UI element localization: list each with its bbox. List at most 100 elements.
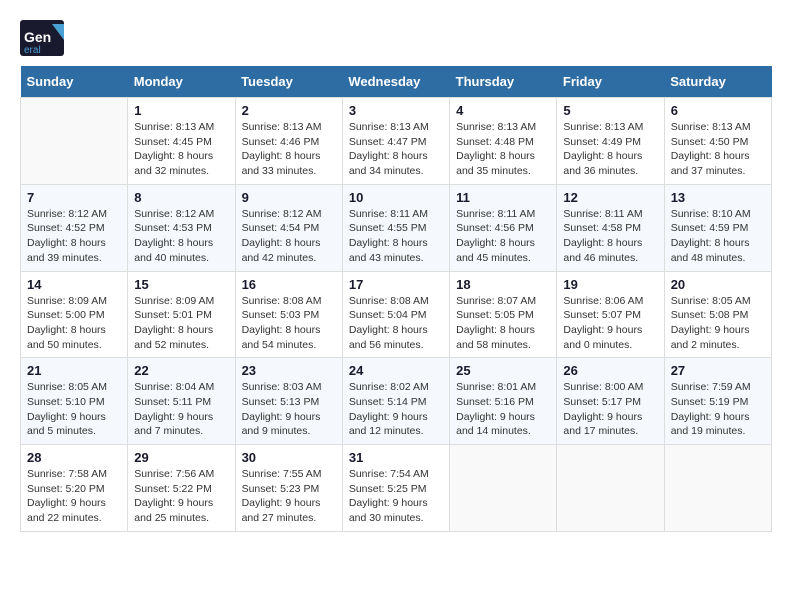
day-number: 8 [134,190,228,205]
weekday-header-sunday: Sunday [21,66,128,98]
table-cell: 30 Sunrise: 7:55 AM Sunset: 5:23 PM Dayli… [235,445,342,532]
cell-info: Sunrise: 8:13 AM Sunset: 4:50 PM Dayligh… [671,120,765,179]
table-cell: 25 Sunrise: 8:01 AM Sunset: 5:16 PM Dayli… [450,358,557,445]
week-row-5: 28 Sunrise: 7:58 AM Sunset: 5:20 PM Dayli… [21,445,772,532]
cell-info: Sunrise: 8:05 AM Sunset: 5:10 PM Dayligh… [27,380,121,439]
day-number: 27 [671,363,765,378]
table-cell: 8 Sunrise: 8:12 AM Sunset: 4:53 PM Daylig… [128,184,235,271]
day-number: 25 [456,363,550,378]
cell-info: Sunrise: 8:05 AM Sunset: 5:08 PM Dayligh… [671,294,765,353]
day-number: 7 [27,190,121,205]
day-number: 12 [563,190,657,205]
svg-text:eral: eral [24,45,41,56]
day-number: 6 [671,103,765,118]
table-cell: 14Sunrise: 8:09 AM Sunset: 5:00 PM Dayli… [21,271,128,358]
day-number: 22 [134,363,228,378]
table-cell: 28 Sunrise: 7:58 AM Sunset: 5:20 PM Dayli… [21,445,128,532]
table-cell: 22 Sunrise: 8:04 AM Sunset: 5:11 PM Dayli… [128,358,235,445]
table-cell: 9Sunrise: 8:12 AM Sunset: 4:54 PM Daylig… [235,184,342,271]
table-cell: 7 Sunrise: 8:12 AM Sunset: 4:52 PM Daylig… [21,184,128,271]
cell-info: Sunrise: 8:08 AM Sunset: 5:04 PM Dayligh… [349,294,443,353]
cell-info: Sunrise: 8:12 AM Sunset: 4:52 PM Dayligh… [27,207,121,266]
table-cell: 23 Sunrise: 8:03 AM Sunset: 5:13 PM Dayli… [235,358,342,445]
day-number: 16 [242,277,336,292]
cell-info: Sunrise: 8:13 AM Sunset: 4:49 PM Dayligh… [563,120,657,179]
table-cell: 15Sunrise: 8:09 AM Sunset: 5:01 PM Dayli… [128,271,235,358]
day-number: 23 [242,363,336,378]
cell-info: Sunrise: 7:58 AM Sunset: 5:20 PM Dayligh… [27,467,121,526]
cell-info: Sunrise: 8:01 AM Sunset: 5:16 PM Dayligh… [456,380,550,439]
day-number: 13 [671,190,765,205]
svg-text:Gen: Gen [24,29,51,45]
weekday-header-wednesday: Wednesday [342,66,449,98]
day-number: 19 [563,277,657,292]
table-cell: 6 Sunrise: 8:13 AM Sunset: 4:50 PM Daylig… [664,98,771,185]
day-number: 31 [349,450,443,465]
table-cell [557,445,664,532]
cell-info: Sunrise: 7:55 AM Sunset: 5:23 PM Dayligh… [242,467,336,526]
table-cell: 4Sunrise: 8:13 AM Sunset: 4:48 PM Daylig… [450,98,557,185]
cell-info: Sunrise: 8:13 AM Sunset: 4:46 PM Dayligh… [242,120,336,179]
table-cell: 5 Sunrise: 8:13 AM Sunset: 4:49 PM Daylig… [557,98,664,185]
table-cell: 16 Sunrise: 8:08 AM Sunset: 5:03 PM Dayli… [235,271,342,358]
weekday-header-row: SundayMondayTuesdayWednesdayThursdayFrid… [21,66,772,98]
table-cell: 19 Sunrise: 8:06 AM Sunset: 5:07 PM Dayli… [557,271,664,358]
day-number: 20 [671,277,765,292]
table-cell [21,98,128,185]
calendar-table: SundayMondayTuesdayWednesdayThursdayFrid… [20,66,772,532]
logo-icon: Gen eral [20,20,64,56]
table-cell: 2 Sunrise: 8:13 AM Sunset: 4:46 PM Daylig… [235,98,342,185]
day-number: 10 [349,190,443,205]
table-cell: 18 Sunrise: 8:07 AM Sunset: 5:05 PM Dayli… [450,271,557,358]
day-number: 26 [563,363,657,378]
table-cell: 20 Sunrise: 8:05 AM Sunset: 5:08 PM Dayli… [664,271,771,358]
cell-info: Sunrise: 8:07 AM Sunset: 5:05 PM Dayligh… [456,294,550,353]
cell-info: Sunrise: 8:03 AM Sunset: 5:13 PM Dayligh… [242,380,336,439]
day-number: 29 [134,450,228,465]
table-cell: 12 Sunrise: 8:11 AM Sunset: 4:58 PM Dayli… [557,184,664,271]
cell-info: Sunrise: 8:06 AM Sunset: 5:07 PM Dayligh… [563,294,657,353]
day-number: 24 [349,363,443,378]
day-number: 2 [242,103,336,118]
logo: Gen eral [20,20,68,56]
table-cell: 24 Sunrise: 8:02 AM Sunset: 5:14 PM Dayli… [342,358,449,445]
table-cell: 13 Sunrise: 8:10 AM Sunset: 4:59 PM Dayli… [664,184,771,271]
day-number: 18 [456,277,550,292]
table-cell: 29 Sunrise: 7:56 AM Sunset: 5:22 PM Dayli… [128,445,235,532]
cell-info: Sunrise: 8:12 AM Sunset: 4:54 PM Dayligh… [242,207,336,266]
day-number: 3 [349,103,443,118]
table-cell: 17 Sunrise: 8:08 AM Sunset: 5:04 PM Dayli… [342,271,449,358]
table-cell: 3 Sunrise: 8:13 AM Sunset: 4:47 PM Daylig… [342,98,449,185]
day-number: 17 [349,277,443,292]
weekday-header-thursday: Thursday [450,66,557,98]
day-number: 11 [456,190,550,205]
day-number: 30 [242,450,336,465]
table-cell: 31Sunrise: 7:54 AM Sunset: 5:25 PM Dayli… [342,445,449,532]
cell-info: Sunrise: 7:56 AM Sunset: 5:22 PM Dayligh… [134,467,228,526]
weekday-header-tuesday: Tuesday [235,66,342,98]
cell-info: Sunrise: 8:12 AM Sunset: 4:53 PM Dayligh… [134,207,228,266]
day-number: 5 [563,103,657,118]
table-cell: 10 Sunrise: 8:11 AM Sunset: 4:55 PM Dayli… [342,184,449,271]
page-header: Gen eral [20,20,772,56]
week-row-3: 14Sunrise: 8:09 AM Sunset: 5:00 PM Dayli… [21,271,772,358]
cell-info: Sunrise: 8:04 AM Sunset: 5:11 PM Dayligh… [134,380,228,439]
cell-info: Sunrise: 8:11 AM Sunset: 4:55 PM Dayligh… [349,207,443,266]
day-number: 28 [27,450,121,465]
cell-info: Sunrise: 8:13 AM Sunset: 4:48 PM Dayligh… [456,120,550,179]
cell-info: Sunrise: 8:13 AM Sunset: 4:45 PM Dayligh… [134,120,228,179]
week-row-1: 1Sunrise: 8:13 AM Sunset: 4:45 PM Daylig… [21,98,772,185]
week-row-4: 21Sunrise: 8:05 AM Sunset: 5:10 PM Dayli… [21,358,772,445]
table-cell: 1Sunrise: 8:13 AM Sunset: 4:45 PM Daylig… [128,98,235,185]
cell-info: Sunrise: 8:02 AM Sunset: 5:14 PM Dayligh… [349,380,443,439]
cell-info: Sunrise: 8:10 AM Sunset: 4:59 PM Dayligh… [671,207,765,266]
cell-info: Sunrise: 8:13 AM Sunset: 4:47 PM Dayligh… [349,120,443,179]
cell-info: Sunrise: 8:11 AM Sunset: 4:58 PM Dayligh… [563,207,657,266]
table-cell: 27Sunrise: 7:59 AM Sunset: 5:19 PM Dayli… [664,358,771,445]
table-cell: 21Sunrise: 8:05 AM Sunset: 5:10 PM Dayli… [21,358,128,445]
cell-info: Sunrise: 8:08 AM Sunset: 5:03 PM Dayligh… [242,294,336,353]
cell-info: Sunrise: 8:11 AM Sunset: 4:56 PM Dayligh… [456,207,550,266]
weekday-header-monday: Monday [128,66,235,98]
cell-info: Sunrise: 8:09 AM Sunset: 5:00 PM Dayligh… [27,294,121,353]
cell-info: Sunrise: 8:09 AM Sunset: 5:01 PM Dayligh… [134,294,228,353]
